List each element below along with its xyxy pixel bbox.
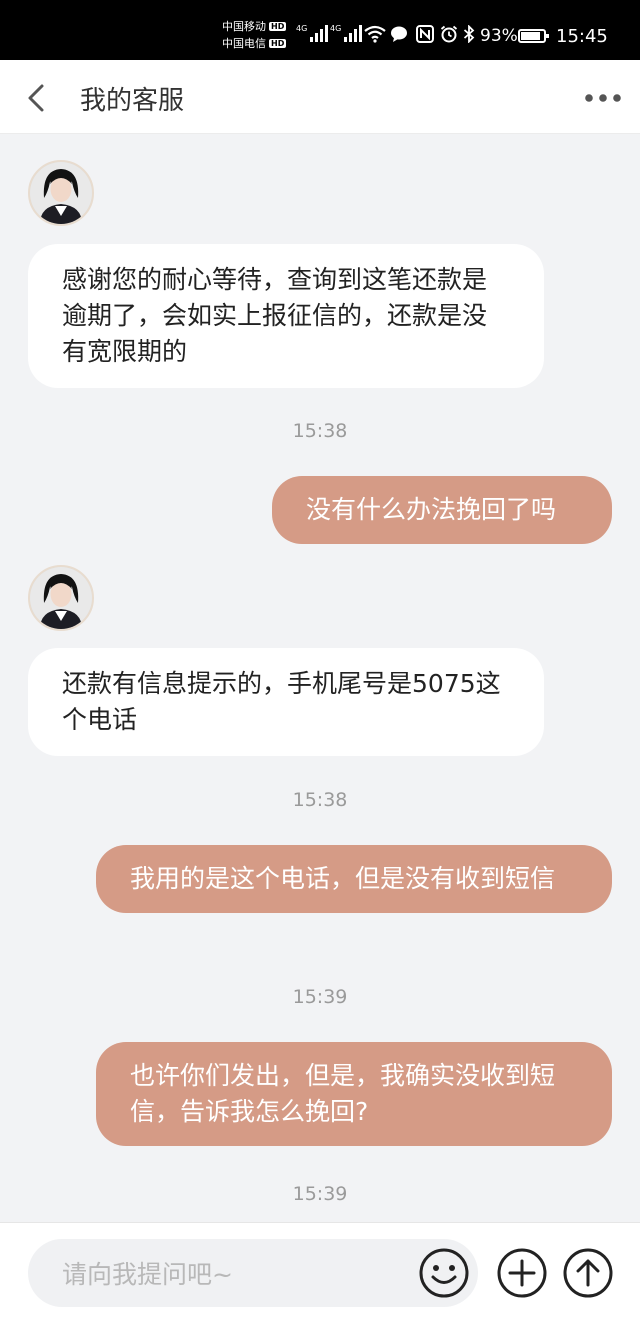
page-title: 我的客服	[80, 86, 185, 116]
message-timestamp: 15:38	[292, 420, 348, 442]
alarm-icon	[440, 25, 458, 43]
agent-message: 还款有信息提示的，手机尾号是5075这个电话	[28, 648, 544, 756]
battery-icon	[518, 29, 549, 43]
hd-badge: HD	[269, 22, 287, 31]
signal-2-icon: 4G	[330, 24, 363, 42]
smiley-icon	[419, 1248, 469, 1298]
message-input-container	[28, 1239, 478, 1307]
avatar-portrait-icon	[30, 567, 92, 629]
battery-percent: 93%	[480, 26, 518, 46]
carrier-1-label: 中国移动	[222, 20, 266, 33]
status-bar: 中国移动 HD 中国电信 HD 4G 4G 93% 15:45	[0, 0, 640, 60]
more-button[interactable]	[580, 86, 626, 110]
message-input[interactable]	[60, 1253, 404, 1295]
message-icon	[391, 26, 407, 42]
wifi-icon	[364, 25, 386, 43]
message-timestamp: 15:39	[292, 1183, 348, 1205]
avatar-portrait-icon	[30, 162, 92, 224]
user-message: 我用的是这个电话，但是没有收到短信	[96, 845, 612, 913]
message-timestamp: 15:39	[292, 986, 348, 1008]
user-message: 没有什么办法挽回了吗	[272, 476, 612, 544]
carrier-2-label: 中国电信	[222, 37, 266, 50]
chevron-left-icon	[28, 84, 44, 112]
carrier-info: 中国移动 HD 中国电信 HD	[222, 18, 287, 52]
nfc-icon	[416, 25, 434, 43]
add-attachment-button[interactable]	[496, 1247, 548, 1299]
bluetooth-icon	[463, 25, 475, 43]
emoji-button[interactable]	[418, 1247, 470, 1299]
user-message: 也许你们发出，但是，我确实没收到短信，告诉我怎么挽回?	[96, 1042, 612, 1146]
message-timestamp: 15:38	[292, 789, 348, 811]
back-button[interactable]	[18, 78, 58, 118]
signal-1-icon: 4G	[296, 24, 329, 42]
arrow-up-icon	[563, 1248, 613, 1298]
plus-icon	[497, 1248, 547, 1298]
agent-avatar	[28, 565, 94, 631]
send-button[interactable]	[562, 1247, 614, 1299]
more-dots-icon	[585, 94, 621, 102]
hd-badge: HD	[269, 39, 287, 48]
status-time: 15:45	[556, 26, 608, 47]
message-input-bar	[0, 1222, 640, 1320]
agent-message: 感谢您的耐心等待，查询到这笔还款是逾期了，会如实上报征信的，还款是没有宽限期的	[28, 244, 544, 388]
agent-avatar	[28, 160, 94, 226]
chat-header: 我的客服	[0, 60, 640, 134]
